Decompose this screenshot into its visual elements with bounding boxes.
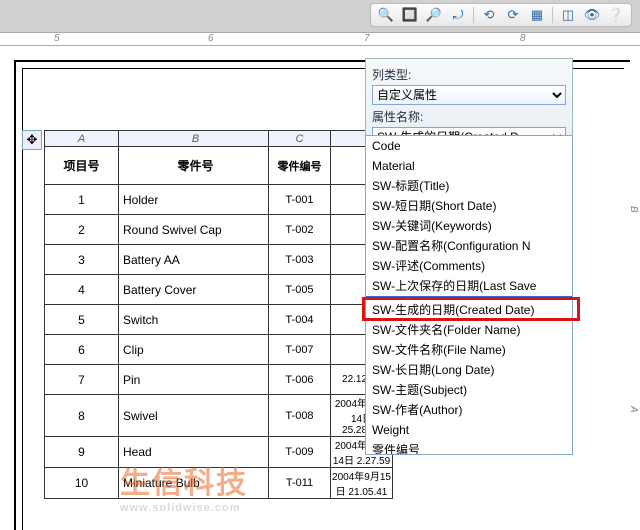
zoom-icon[interactable]: 🔍 [377, 6, 395, 24]
dropdown-option[interactable]: Code [366, 136, 572, 156]
col-head[interactable]: C [269, 131, 331, 147]
dropdown-option[interactable]: Material [366, 156, 572, 176]
eye-icon[interactable]: 👁 [583, 6, 601, 24]
cell[interactable]: 10 [45, 468, 119, 499]
attribute-name-dropdown[interactable]: CodeMaterialSW-标题(Title)SW-短日期(Short Dat… [365, 135, 573, 455]
table-row[interactable]: 3Battery AAT-003 [45, 245, 393, 275]
dropdown-option[interactable]: SW-短日期(Short Date) [366, 196, 572, 216]
cell[interactable]: Round Swivel Cap [119, 215, 269, 245]
cell[interactable]: T-008 [269, 395, 331, 437]
cell[interactable]: 9 [45, 437, 119, 468]
ruler-vertical: BA [628, 206, 638, 510]
cell[interactable]: T-007 [269, 335, 331, 365]
undo-icon[interactable]: ⟲ [480, 6, 498, 24]
attribute-name-label: 属性名称: [372, 108, 566, 125]
col-head[interactable]: B [119, 131, 269, 147]
ruler-horizontal: 5 6 7 8 [0, 32, 640, 46]
rotate-icon[interactable]: ⤾ [449, 6, 467, 24]
cell[interactable]: 2 [45, 215, 119, 245]
dropdown-option[interactable]: Weight [366, 420, 572, 440]
table-row[interactable]: 8SwivelT-0082004年10月14日 25.28.26 [45, 395, 393, 437]
table-row[interactable]: 7PinT-00622.12.05 [45, 365, 393, 395]
cell[interactable]: T-004 [269, 305, 331, 335]
dropdown-option[interactable]: SW-关键词(Keywords) [366, 216, 572, 236]
ruler-tick: 5 [54, 33, 60, 44]
column-type-label: 列类型: [372, 66, 566, 83]
zoom-window-icon[interactable]: 🔲 [401, 6, 419, 24]
cell[interactable]: 3 [45, 245, 119, 275]
dropdown-option[interactable]: SW-配置名称(Configuration N [366, 236, 572, 256]
cell[interactable]: Clip [119, 335, 269, 365]
ruler-tick: 6 [208, 33, 214, 44]
table-row[interactable]: 9HeadT-0092004年10月14日 2.27.59 [45, 437, 393, 468]
col-title[interactable]: 零件号 [119, 147, 269, 185]
col-title[interactable]: 项目号 [45, 147, 119, 185]
cell[interactable]: T-001 [269, 185, 331, 215]
cell[interactable]: 1 [45, 185, 119, 215]
cell[interactable]: T-006 [269, 365, 331, 395]
redo-icon[interactable]: ⟳ [504, 6, 522, 24]
cell[interactable]: Switch [119, 305, 269, 335]
dropdown-option[interactable]: SW-主题(Subject) [366, 380, 572, 400]
cell[interactable]: 8 [45, 395, 119, 437]
zoom-fit-icon[interactable]: 🔎 [425, 6, 443, 24]
table-row[interactable]: 6ClipT-007 [45, 335, 393, 365]
table-move-handle[interactable]: ✥ [22, 130, 42, 150]
cell[interactable]: T-011 [269, 468, 331, 499]
ruler-tick: 7 [364, 33, 370, 44]
dropdown-option[interactable]: 零件编号 [366, 440, 572, 455]
col-title[interactable]: 零件编号 [269, 147, 331, 185]
iso-icon[interactable]: ◫ [559, 6, 577, 24]
cell[interactable]: Battery AA [119, 245, 269, 275]
bom-table[interactable]: ABC 项目号零件号零件编号 1HolderT-0012Round Swivel… [44, 130, 393, 499]
column-type-select[interactable]: 自定义属性 [372, 85, 566, 105]
cell[interactable]: Miniature Bulb [119, 468, 269, 499]
cell[interactable]: 4 [45, 275, 119, 305]
cell[interactable]: 2004年9月15日 21.05.41 [331, 468, 393, 499]
dropdown-option[interactable]: SW-作者(Author) [366, 400, 572, 420]
cell[interactable]: 5 [45, 305, 119, 335]
cell[interactable]: T-002 [269, 215, 331, 245]
cell[interactable]: 7 [45, 365, 119, 395]
cell[interactable]: T-005 [269, 275, 331, 305]
table-row[interactable]: 1HolderT-001 [45, 185, 393, 215]
cell[interactable]: Battery Cover [119, 275, 269, 305]
dropdown-option[interactable]: SW-评述(Comments) [366, 256, 572, 276]
table-row[interactable]: 2Round Swivel CapT-002 [45, 215, 393, 245]
ruler-tick: A [628, 406, 639, 413]
dropdown-option[interactable]: SW-上次保存的日期(Last Save [366, 276, 572, 296]
table-row[interactable]: 10Miniature BulbT-0112004年9月15日 21.05.41 [45, 468, 393, 499]
cell[interactable]: Swivel [119, 395, 269, 437]
ruler-tick: 8 [520, 33, 526, 44]
dropdown-option[interactable]: SW-生成的日期(Created Date) [366, 300, 572, 320]
cell[interactable]: Head [119, 437, 269, 468]
cell[interactable]: T-009 [269, 437, 331, 468]
cell[interactable]: 6 [45, 335, 119, 365]
snap-icon[interactable]: ▦ [528, 6, 546, 24]
view-toolbar: 🔍 🔲 🔎 ⤾ ⟲ ⟳ ▦ ◫ 👁 ❔ [370, 3, 632, 27]
dropdown-option[interactable]: SW-文件名称(File Name) [366, 340, 572, 360]
cell[interactable]: Pin [119, 365, 269, 395]
table-row[interactable]: 4Battery CoverT-005 [45, 275, 393, 305]
ruler-tick: B [628, 206, 639, 213]
help-icon[interactable]: ❔ [607, 6, 625, 24]
dropdown-option[interactable]: SW-长日期(Long Date) [366, 360, 572, 380]
dropdown-option[interactable]: SW-标题(Title) [366, 176, 572, 196]
table-row[interactable]: 5SwitchT-004 [45, 305, 393, 335]
cell[interactable]: Holder [119, 185, 269, 215]
cell[interactable]: T-003 [269, 245, 331, 275]
dropdown-option[interactable]: SW-文件夹名(Folder Name) [366, 320, 572, 340]
col-head[interactable]: A [45, 131, 119, 147]
